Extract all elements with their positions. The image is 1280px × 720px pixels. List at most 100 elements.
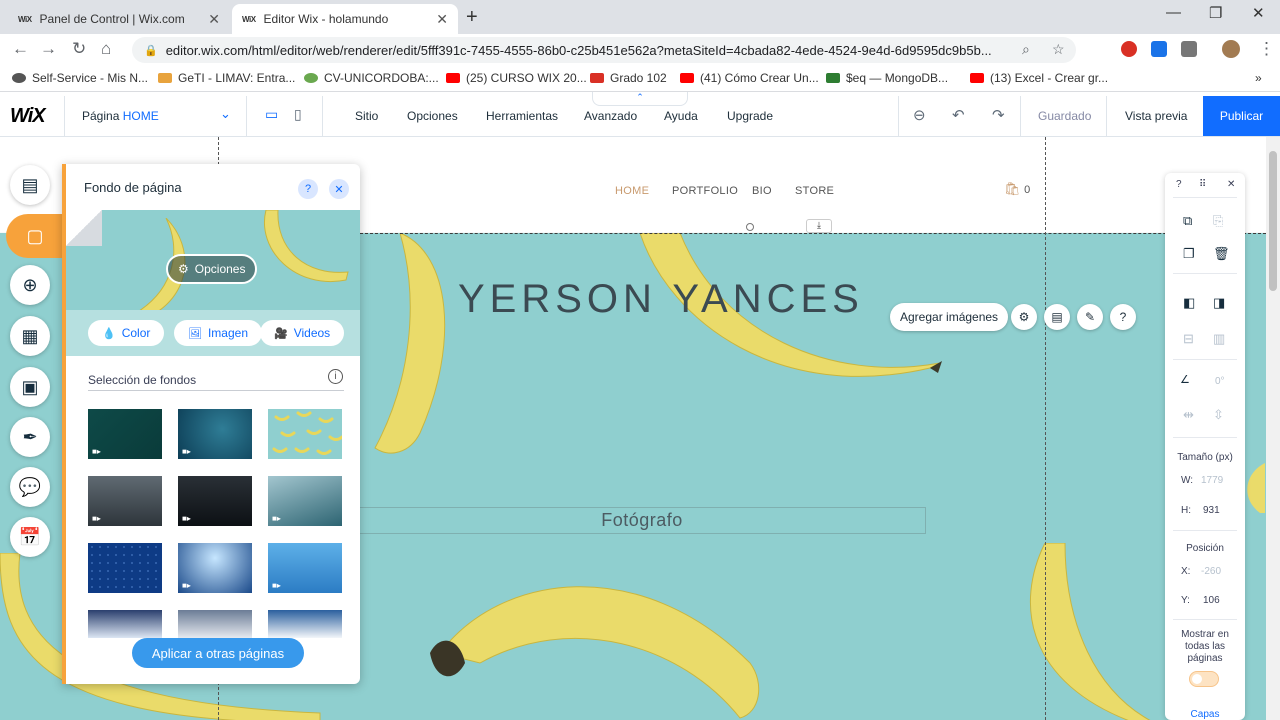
mobile-view-icon[interactable]: ▯ (294, 106, 302, 123)
tab-image[interactable]: 🖼 Imagen (174, 320, 262, 346)
cart-icon[interactable]: 🛍 0 (1004, 181, 1030, 197)
layout-icon[interactable]: ▤ (1044, 304, 1070, 330)
rotate-icon[interactable]: ∠ (1180, 373, 1190, 386)
background-thumbnail-city-blue[interactable] (88, 610, 162, 638)
desktop-view-icon[interactable]: ▭ (265, 106, 278, 123)
bookmark-item[interactable]: (41) Cómo Crear Un... (680, 71, 819, 85)
minimize-window-icon[interactable]: — (1166, 4, 1181, 21)
y-field[interactable]: 106 (1203, 595, 1220, 606)
site-nav-bio[interactable]: BIO (752, 185, 772, 197)
help-icon[interactable]: ? (1110, 304, 1136, 330)
opera-extension-icon[interactable] (1121, 41, 1137, 57)
bookings-calendar-icon[interactable]: 📅 (10, 517, 50, 557)
copy-icon[interactable]: ⧉ (1183, 213, 1192, 229)
background-thumbnail-dark-water-video[interactable]: ■▸ (178, 476, 252, 526)
background-thumbnail-palm-sky-video[interactable]: ■▸ (268, 543, 342, 593)
undo-icon[interactable]: ↶ (952, 106, 965, 124)
background-icon[interactable]: ▢ (6, 214, 64, 258)
zoom-icon[interactable]: ⌕ (1022, 41, 1030, 58)
layers-link[interactable]: Capas (1165, 709, 1245, 720)
design-brush-icon[interactable]: ✎ (1077, 304, 1103, 330)
zoom-icon[interactable]: ⊖ (913, 106, 926, 124)
site-nav-store[interactable]: STORE (795, 185, 834, 197)
rotation-value[interactable]: 0° (1215, 376, 1225, 387)
help-icon[interactable]: ? (1176, 179, 1182, 190)
background-thumbnail-sky-blue[interactable] (268, 610, 342, 638)
bookmark-item[interactable]: (25) CURSO WIX 20... (446, 71, 587, 85)
add-element-icon[interactable]: ⊕ (10, 265, 50, 305)
add-images-button[interactable]: Agregar imágenes (890, 303, 1009, 331)
info-icon[interactable]: i (328, 369, 343, 384)
background-thumbnail-storm-clouds-video[interactable]: ■▸ (88, 476, 162, 526)
settings-gear-icon[interactable]: ⚙ (1011, 304, 1037, 330)
media-icon[interactable]: ▣ (10, 367, 50, 407)
site-title[interactable]: YERSON YANCES (458, 277, 864, 322)
background-thumbnail-workspace[interactable] (178, 610, 252, 638)
site-nav-home[interactable]: HOME (615, 185, 649, 197)
preview-button[interactable]: Vista previa (1125, 109, 1187, 123)
background-preview[interactable]: ⚙ Opciones (66, 210, 360, 310)
background-thumbnail-ocean-waves-video[interactable]: ■▸ (268, 476, 342, 526)
chevron-down-icon[interactable]: ⌄ (220, 106, 231, 122)
subtitle-text[interactable]: Fotógrafo (358, 507, 926, 534)
canvas-scrollbar[interactable] (1266, 137, 1280, 720)
background-thumbnail-jellyfish-video[interactable]: ■▸ (178, 543, 252, 593)
duplicate-icon[interactable]: ❐ (1183, 246, 1195, 262)
collapse-toolbar-tab[interactable]: ⌃ (592, 92, 688, 106)
menu-sitio[interactable]: Sitio (355, 109, 378, 123)
chat-icon[interactable]: 💬 (10, 467, 50, 507)
pages-icon[interactable]: ▤ (10, 165, 50, 205)
bookmark-item[interactable]: Grado 102 (590, 71, 667, 85)
more-bookmarks-icon[interactable]: » (1255, 71, 1262, 85)
tab-editor-wix[interactable]: WiX Editor Wix - holamundo ✕ (232, 4, 458, 34)
forward-icon[interactable]: → (40, 39, 57, 59)
extension-icon[interactable] (1151, 41, 1167, 57)
browser-menu-icon[interactable]: ⋮ (1258, 39, 1275, 59)
menu-avanzado[interactable]: Avanzado (584, 109, 637, 123)
bookmark-item[interactable]: $eq — MongoDB... (826, 71, 948, 85)
site-nav-portfolio[interactable]: PORTFOLIO (672, 185, 738, 197)
tab-color[interactable]: 💧 Color (88, 320, 165, 346)
x-field[interactable]: -260 (1201, 566, 1221, 577)
width-field[interactable]: 1779 (1201, 475, 1223, 486)
reload-icon[interactable]: ↻ (72, 39, 86, 59)
close-icon[interactable]: ✕ (1227, 179, 1235, 190)
height-field[interactable]: 931 (1203, 505, 1220, 516)
close-tab-icon[interactable]: ✕ (208, 11, 220, 28)
bookmark-item[interactable]: CV-UNICORDOBA:... (304, 71, 439, 85)
delete-icon[interactable]: 🗑 (1213, 246, 1230, 262)
close-window-icon[interactable]: ✕ (1252, 4, 1265, 22)
maximize-window-icon[interactable]: ❐ (1209, 4, 1222, 22)
apps-icon[interactable]: ▦ (10, 316, 50, 356)
new-tab-button[interactable]: + (466, 6, 478, 29)
home-icon[interactable]: ⌂ (101, 39, 111, 59)
scrollbar-thumb[interactable] (1269, 151, 1277, 291)
show-all-pages-toggle[interactable] (1189, 671, 1219, 687)
send-backward-icon[interactable]: ◨ (1213, 295, 1225, 311)
drag-handle-icon[interactable]: ⠿ (1199, 179, 1206, 190)
options-button[interactable]: ⚙ Opciones (166, 254, 258, 284)
tab-panel-control[interactable]: WiX Panel de Control | Wix.com ✕ (8, 4, 230, 34)
bookmark-item[interactable]: (13) Excel - Crear gr... (970, 71, 1108, 85)
apply-to-other-pages-button[interactable]: Aplicar a otras páginas (132, 638, 304, 668)
menu-ayuda[interactable]: Ayuda (664, 109, 698, 123)
tab-videos[interactable]: 🎥 Videos (260, 320, 345, 346)
url-field[interactable]: 🔒 editor.wix.com/html/editor/web/rendere… (132, 37, 1076, 63)
profile-avatar[interactable] (1222, 40, 1240, 58)
close-icon[interactable]: ✕ (329, 179, 349, 199)
blog-pen-icon[interactable]: ✒ (10, 417, 50, 457)
close-tab-icon[interactable]: ✕ (436, 11, 448, 28)
bring-forward-icon[interactable]: ◧ (1183, 295, 1195, 311)
back-icon[interactable]: ← (12, 39, 29, 59)
page-selector[interactable]: Página HOME (82, 109, 159, 123)
help-icon[interactable]: ? (298, 179, 318, 199)
redo-icon[interactable]: ↷ (992, 106, 1005, 124)
resize-handle[interactable] (746, 223, 754, 231)
bookmark-item[interactable]: Self-Service - Mis N... (12, 71, 148, 85)
background-thumbnail-banana-pattern[interactable] (268, 409, 342, 459)
background-thumbnail-dark-teal-video[interactable]: ■▸ (88, 409, 162, 459)
publish-button[interactable]: Publicar (1203, 96, 1280, 136)
background-thumbnail-blue-dots-pattern[interactable] (88, 543, 162, 593)
menu-opciones[interactable]: Opciones (407, 109, 458, 123)
bookmark-item[interactable]: GeTI - LIMAV: Entra... (158, 71, 295, 85)
